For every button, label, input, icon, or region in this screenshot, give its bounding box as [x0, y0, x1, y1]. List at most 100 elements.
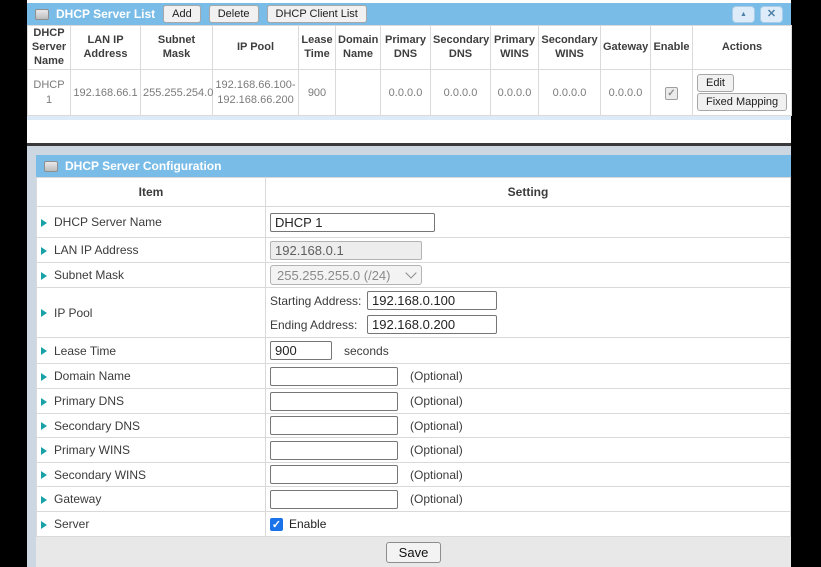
col-header-enable: Enable	[651, 26, 693, 70]
save-button[interactable]: Save	[386, 542, 442, 563]
col-header-lan-ip: LAN IP Address	[71, 26, 141, 70]
config-table: Item Setting DHCP Server Name LAN IP Add…	[36, 177, 791, 537]
secondary-dns-label: Secondary DNS	[54, 419, 140, 433]
delete-button[interactable]: Delete	[209, 5, 259, 23]
app-window: DHCP Server List Add Delete DHCP Client …	[27, 0, 791, 567]
lease-time-label: Lease Time	[54, 344, 116, 358]
table-header-row: DHCP Server Name LAN IP Address Subnet M…	[28, 26, 792, 70]
gateway-label: Gateway	[54, 492, 101, 506]
col-header-secondary-wins: Secondary WINS	[539, 26, 601, 70]
row-server: Server ✓ Enable	[37, 512, 791, 537]
enable-checkbox-disabled: ✓	[665, 87, 678, 100]
cell-primary-wins: 0.0.0.0	[491, 70, 539, 116]
row-ip-pool: IP Pool Starting Address: Ending Address…	[37, 288, 791, 338]
row-gateway: Gateway (Optional)	[37, 487, 791, 512]
dhcp-server-name-input[interactable]	[270, 213, 435, 232]
dhcp-server-list-table: DHCP Server Name LAN IP Address Subnet M…	[27, 25, 792, 116]
cell-lan-ip: 192.168.66.1	[71, 70, 141, 116]
cell-enable: ✓	[651, 70, 693, 116]
cell-actions: Edit Fixed Mapping	[693, 70, 792, 116]
edit-button[interactable]: Edit	[697, 74, 734, 92]
primary-dns-input[interactable]	[270, 392, 398, 411]
col-header-primary-dns: Primary DNS	[381, 26, 431, 70]
domain-name-label: Domain Name	[54, 369, 131, 383]
lan-ip-address-input	[270, 241, 422, 260]
cell-primary-dns: 0.0.0.0	[381, 70, 431, 116]
arrow-icon	[41, 272, 47, 280]
ending-address-label: Ending Address:	[270, 318, 367, 332]
item-column-header: Item	[37, 178, 266, 207]
col-header-gateway: Gateway	[601, 26, 651, 70]
arrow-icon	[41, 447, 47, 455]
ip-pool-label: IP Pool	[54, 306, 92, 320]
server-label: Server	[54, 517, 89, 531]
dhcp-server-configuration-panel: DHCP Server Configuration Item Setting D…	[36, 155, 791, 567]
ending-address-input[interactable]	[367, 315, 497, 334]
collapse-icon: ▲	[740, 11, 747, 18]
primary-wins-input[interactable]	[270, 441, 398, 460]
arrow-icon	[41, 373, 47, 381]
lan-ip-address-label: LAN IP Address	[54, 243, 139, 257]
cell-server-name: DHCP 1	[28, 70, 71, 116]
dhcp-server-name-label: DHCP Server Name	[54, 215, 162, 229]
chevron-down-icon	[405, 267, 416, 278]
config-page-background: DHCP Server Configuration Item Setting D…	[27, 146, 791, 567]
secondary-wins-input[interactable]	[270, 465, 398, 484]
close-button[interactable]: ✕	[760, 6, 783, 23]
arrow-icon	[41, 219, 47, 227]
row-lease-time: Lease Time seconds	[37, 338, 791, 364]
arrow-icon	[41, 398, 47, 406]
cell-secondary-wins: 0.0.0.0	[539, 70, 601, 116]
lease-time-input[interactable]	[270, 341, 332, 360]
dhcp-client-list-button[interactable]: DHCP Client List	[267, 5, 367, 23]
fixed-mapping-button[interactable]: Fixed Mapping	[697, 93, 787, 111]
row-secondary-wins: Secondary WINS (Optional)	[37, 463, 791, 487]
col-header-lease-time: Lease Time	[299, 26, 336, 70]
optional-note: (Optional)	[410, 369, 463, 383]
table-bottom-strip	[27, 116, 791, 120]
optional-note: (Optional)	[410, 394, 463, 408]
col-header-actions: Actions	[693, 26, 792, 70]
table-row: DHCP 1 192.168.66.1 255.255.254.0 192.16…	[28, 70, 792, 116]
optional-note: (Optional)	[410, 492, 463, 506]
arrow-icon	[41, 496, 47, 504]
starting-address-input[interactable]	[367, 291, 497, 310]
config-titlebar: DHCP Server Configuration	[36, 155, 791, 177]
panel-icon	[35, 9, 49, 20]
config-footer: Save	[36, 537, 791, 567]
col-header-primary-wins: Primary WINS	[491, 26, 539, 70]
domain-name-input[interactable]	[270, 367, 398, 386]
dhcp-server-list-panel: DHCP Server List Add Delete DHCP Client …	[27, 0, 791, 143]
arrow-icon	[41, 247, 47, 255]
arrow-icon	[41, 422, 47, 430]
arrow-icon	[41, 309, 47, 317]
add-button[interactable]: Add	[163, 5, 201, 23]
row-lan-ip-address: LAN IP Address	[37, 238, 791, 263]
cell-gateway: 0.0.0.0	[601, 70, 651, 116]
subnet-mask-label: Subnet Mask	[54, 268, 124, 282]
cell-ip-pool: 192.168.66.100- 192.168.66.200	[213, 70, 299, 116]
collapse-button[interactable]: ▲	[732, 6, 755, 23]
subnet-mask-select: 255.255.255.0 (/24)	[270, 265, 422, 285]
col-header-ip-pool: IP Pool	[213, 26, 299, 70]
optional-note: (Optional)	[410, 443, 463, 457]
row-dhcp-server-name: DHCP Server Name	[37, 207, 791, 238]
cell-domain-name	[336, 70, 381, 116]
gateway-input[interactable]	[270, 490, 398, 509]
panel-icon	[44, 161, 58, 172]
col-header-domain-name: Domain Name	[336, 26, 381, 70]
config-header-row: Item Setting	[37, 178, 791, 207]
secondary-dns-input[interactable]	[270, 416, 398, 435]
arrow-icon	[41, 521, 47, 529]
row-secondary-dns: Secondary DNS (Optional)	[37, 414, 791, 438]
cell-lease-time: 900	[299, 70, 336, 116]
cell-subnet-mask: 255.255.254.0	[141, 70, 213, 116]
col-header-subnet-mask: Subnet Mask	[141, 26, 213, 70]
row-primary-dns: Primary DNS (Optional)	[37, 389, 791, 414]
setting-column-header: Setting	[266, 178, 791, 207]
arrow-icon	[41, 347, 47, 355]
row-domain-name: Domain Name (Optional)	[37, 364, 791, 389]
optional-note: (Optional)	[410, 468, 463, 482]
server-enable-checkbox[interactable]: ✓	[270, 518, 283, 531]
cell-secondary-dns: 0.0.0.0	[431, 70, 491, 116]
